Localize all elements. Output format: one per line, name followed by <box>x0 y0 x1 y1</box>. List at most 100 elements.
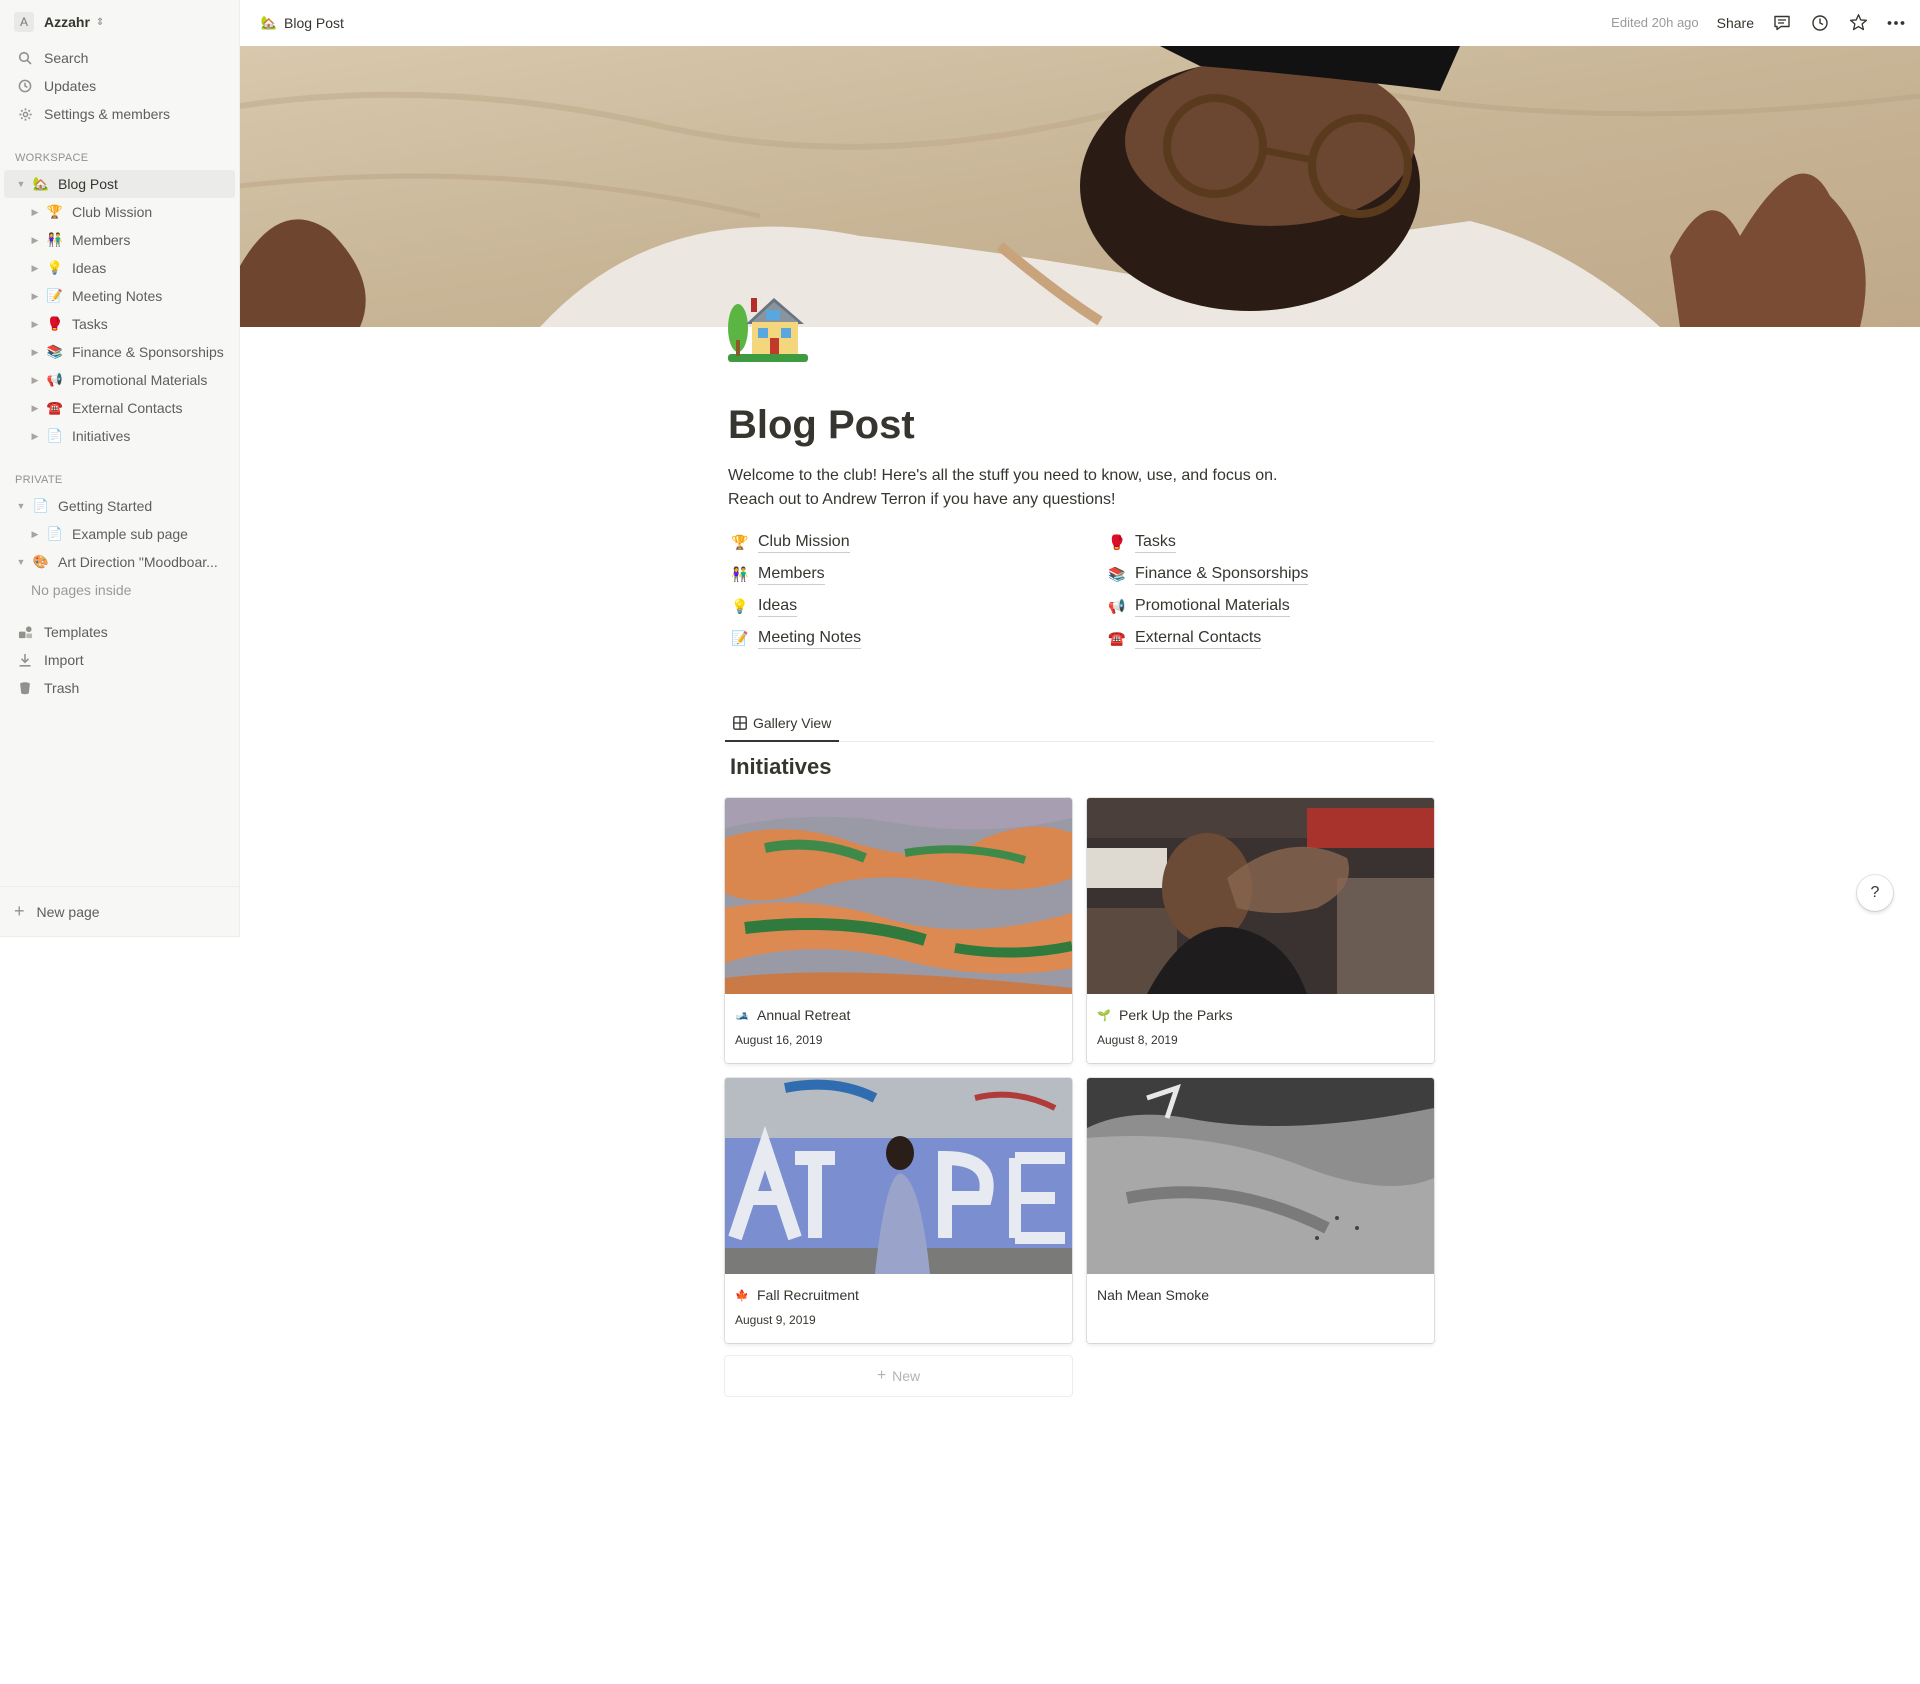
toggle-closed-icon[interactable]: ▶ <box>28 235 42 246</box>
link-club-mission[interactable]: 🏆 Club Mission <box>728 530 1105 554</box>
sidebar-item-initiatives[interactable]: ▶ 📄 Initiatives <box>0 422 239 450</box>
new-card-label: New <box>892 1368 921 1384</box>
toggle-closed-icon[interactable]: ▶ <box>28 529 42 540</box>
megaphone-icon: 📢 <box>46 372 64 387</box>
link-label: External Contacts <box>1135 628 1262 649</box>
card-title-label: Perk Up the Parks <box>1119 1007 1233 1023</box>
sidebar-item-label: Import <box>44 652 84 668</box>
templates-icon <box>16 623 34 641</box>
page-icon-house[interactable] <box>728 288 808 368</box>
sidebar-trash[interactable]: Trash <box>0 674 239 702</box>
page-cover-image[interactable] <box>240 46 1920 327</box>
card-cover-image <box>725 798 1072 994</box>
toggle-closed-icon[interactable]: ▶ <box>28 347 42 358</box>
new-page-label: New page <box>36 903 100 920</box>
toggle-closed-icon[interactable]: ▶ <box>28 291 42 302</box>
sidebar-item-label: Finance & Sponsorships <box>72 344 224 360</box>
house-icon: 🏡 <box>260 14 278 30</box>
sidebar-item-label: External Contacts <box>72 400 183 416</box>
gallery-card[interactable]: 🌱 Perk Up the Parks August 8, 2019 <box>1087 798 1434 1063</box>
link-label: Meeting Notes <box>758 628 862 649</box>
page-icon: 📄 <box>32 498 50 513</box>
sidebar-item-label: Templates <box>44 624 108 640</box>
gallery-card[interactable]: 🍁 Fall Recruitment August 9, 2019 <box>725 1078 1072 1343</box>
sidebar-item-example-sub-page[interactable]: ▶ 📄 Example sub page <box>0 520 239 548</box>
sidebar-item-blog-post[interactable]: ▼ 🏡 Blog Post <box>4 170 235 198</box>
sidebar-settings[interactable]: Settings & members <box>0 100 239 128</box>
link-members[interactable]: 👫 Members <box>728 562 1105 586</box>
trophy-icon: 🏆 <box>731 533 749 550</box>
comment-icon[interactable] <box>1772 13 1792 33</box>
toggle-closed-icon[interactable]: ▶ <box>28 431 42 442</box>
new-page-button[interactable]: + New page <box>0 886 239 936</box>
page-description[interactable]: Welcome to the club! Here's all the stuf… <box>728 464 1277 512</box>
link-ideas[interactable]: 💡 Ideas <box>728 594 1105 618</box>
share-button[interactable]: Share <box>1717 15 1754 31</box>
sidebar-item-promotional[interactable]: ▶ 📢 Promotional Materials <box>0 366 239 394</box>
toggle-closed-icon[interactable]: ▶ <box>28 375 42 386</box>
page-title[interactable]: Blog Post <box>728 403 915 448</box>
toggle-closed-icon[interactable]: ▶ <box>28 263 42 274</box>
sidebar-search[interactable]: Search <box>0 44 239 72</box>
toggle-open-icon[interactable]: ▼ <box>14 501 28 511</box>
sidebar-item-finance[interactable]: ▶ 📚 Finance & Sponsorships <box>0 338 239 366</box>
link-promotional[interactable]: 📢 Promotional Materials <box>1105 594 1434 618</box>
clock-icon <box>16 77 34 95</box>
lightbulb-icon: 💡 <box>731 597 749 614</box>
sidebar-item-club-mission[interactable]: ▶ 🏆 Club Mission <box>0 198 239 226</box>
breadcrumb[interactable]: 🏡 Blog Post <box>260 14 344 32</box>
trophy-icon: 🏆 <box>46 204 64 219</box>
sidebar-templates[interactable]: Templates <box>0 618 239 646</box>
card-title: 🎿 Annual Retreat <box>735 1004 1062 1026</box>
sidebar-item-external-contacts[interactable]: ▶ ☎️ External Contacts <box>0 394 239 422</box>
star-icon[interactable] <box>1848 13 1868 33</box>
toggle-open-icon[interactable]: ▼ <box>14 557 28 567</box>
gear-icon <box>16 105 34 123</box>
card-date: August 9, 2019 <box>735 1313 816 1327</box>
gallery-grid: 🎿 Annual Retreat August 16, 2019 🌱 Perk Up… <box>725 798 1435 1343</box>
maple-leaf-icon: 🍁 <box>735 1289 749 1302</box>
more-icon[interactable] <box>1886 13 1906 33</box>
sidebar-item-art-direction[interactable]: ▼ 🎨 Art Direction "Moodboar... <box>0 548 239 576</box>
link-label: Promotional Materials <box>1135 596 1290 617</box>
link-tasks[interactable]: 🥊 Tasks <box>1105 530 1434 554</box>
history-icon[interactable] <box>1810 13 1830 33</box>
card-date: August 8, 2019 <box>1097 1033 1178 1047</box>
sidebar-item-members[interactable]: ▶ 👫 Members <box>0 226 239 254</box>
link-external-contacts[interactable]: ☎️ External Contacts <box>1105 626 1434 650</box>
seedling-icon: 🌱 <box>1097 1009 1111 1022</box>
plus-icon: + <box>14 901 25 921</box>
sidebar-updates[interactable]: Updates <box>0 72 239 100</box>
sidebar-item-getting-started[interactable]: ▼ 📄 Getting Started <box>0 492 239 520</box>
toggle-closed-icon[interactable]: ▶ <box>28 319 42 330</box>
card-title-label: Annual Retreat <box>757 1007 851 1023</box>
sidebar-item-label: Art Direction "Moodboar... <box>58 554 218 570</box>
sidebar-item-label: Updates <box>44 78 97 94</box>
books-icon: 📚 <box>1108 565 1126 582</box>
gallery-card[interactable]: 🎿 Annual Retreat August 16, 2019 <box>725 798 1072 1063</box>
sidebar-item-label: Getting Started <box>58 498 153 514</box>
sidebar-item-meeting-notes[interactable]: ▶ 📝 Meeting Notes <box>0 282 239 310</box>
tab-gallery-view[interactable]: Gallery View <box>725 706 840 742</box>
new-card-button[interactable]: + New <box>725 1356 1072 1396</box>
link-meeting-notes[interactable]: 📝 Meeting Notes <box>728 626 1105 650</box>
gallery-card[interactable]: Nah Mean Smoke <box>1087 1078 1434 1343</box>
memo-icon: 📝 <box>731 629 749 646</box>
card-title: 🍁 Fall Recruitment <box>735 1284 1062 1306</box>
toggle-closed-icon[interactable]: ▶ <box>28 207 42 218</box>
sidebar-item-tasks[interactable]: ▶ 🥊 Tasks <box>0 310 239 338</box>
sidebar-import[interactable]: Import <box>0 646 239 674</box>
workspace-switcher[interactable]: A Azzahr ⇕ <box>0 0 239 44</box>
sidebar-item-label: Blog Post <box>58 176 118 192</box>
telephone-icon: ☎️ <box>46 400 64 415</box>
card-title-label: Fall Recruitment <box>757 1287 859 1303</box>
link-finance[interactable]: 📚 Finance & Sponsorships <box>1105 562 1434 586</box>
card-title: Nah Mean Smoke <box>1097 1284 1424 1306</box>
toggle-closed-icon[interactable]: ▶ <box>28 403 42 414</box>
database-title[interactable]: Initiatives <box>730 754 831 780</box>
palette-icon: 🎨 <box>32 554 50 569</box>
sidebar-item-ideas[interactable]: ▶ 💡 Ideas <box>0 254 239 282</box>
toggle-open-icon[interactable]: ▼ <box>14 179 28 189</box>
help-button[interactable]: ? <box>1857 875 1893 911</box>
link-label: Ideas <box>758 596 798 617</box>
